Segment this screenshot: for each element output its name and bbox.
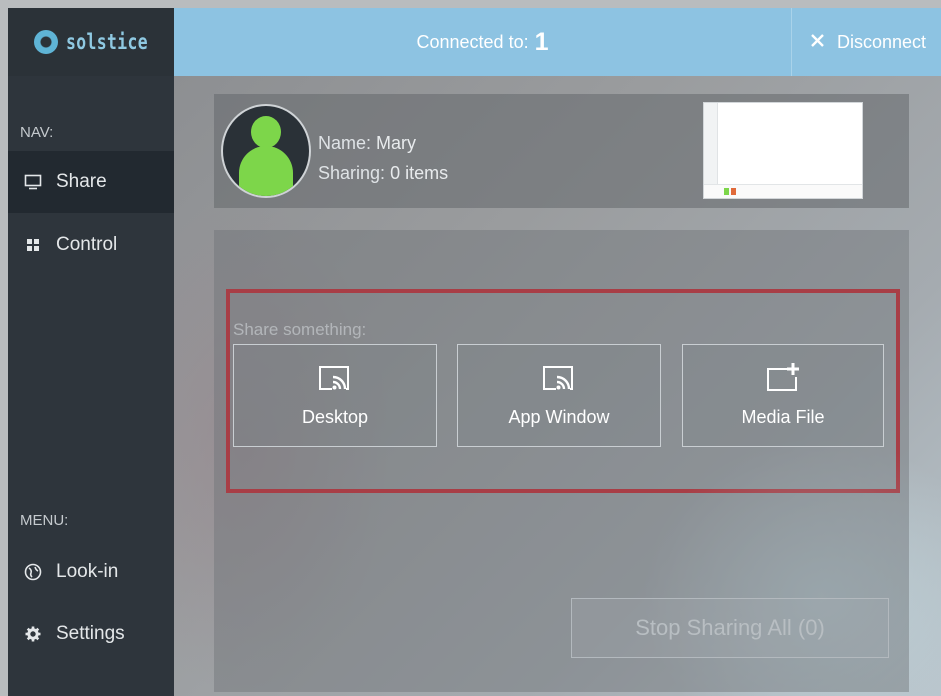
connected-label: Connected to: bbox=[416, 31, 529, 52]
avatar bbox=[221, 104, 311, 198]
header-bar: Connected to: 1 Disconnect bbox=[174, 8, 941, 76]
disconnect-button[interactable]: Disconnect bbox=[791, 8, 941, 76]
thumbnail-user-marker bbox=[724, 188, 729, 195]
menu-heading: MENU: bbox=[20, 512, 69, 529]
sidebar-item-settings[interactable]: Settings bbox=[8, 603, 174, 665]
solstice-app: solstice NAV: Share Control MENU: Look-i… bbox=[8, 8, 941, 696]
share-option-label: Desktop bbox=[301, 407, 369, 427]
nav-heading: NAV: bbox=[20, 124, 54, 141]
thumbnail-user-marker bbox=[731, 188, 736, 195]
add-file-icon bbox=[766, 363, 800, 393]
connection-status: Connected to: 1 bbox=[174, 8, 791, 76]
display-preview-thumbnail[interactable] bbox=[703, 102, 863, 199]
sidebar-item-share[interactable]: Share bbox=[8, 151, 174, 213]
thumbnail-toolbar bbox=[704, 103, 718, 187]
user-info: Name: Mary Sharing: 0 items bbox=[318, 128, 448, 188]
sidebar: solstice NAV: Share Control MENU: Look-i… bbox=[8, 8, 174, 696]
stop-sharing-all-button[interactable]: Stop Sharing All (0) bbox=[571, 598, 889, 658]
cast-icon bbox=[318, 363, 352, 393]
brand-name: solstice bbox=[66, 30, 149, 54]
solstice-logo-icon bbox=[34, 30, 58, 54]
gear-icon bbox=[24, 625, 42, 643]
thumbnail-taskbar bbox=[704, 184, 862, 198]
grid-icon bbox=[24, 236, 42, 254]
sharing-value: 0 items bbox=[390, 163, 449, 183]
share-option-label: App Window bbox=[508, 407, 610, 427]
share-app-window-button[interactable]: App Window bbox=[457, 344, 661, 447]
sidebar-item-look-in[interactable]: Look-in bbox=[8, 541, 174, 603]
sidebar-item-label: Settings bbox=[56, 623, 125, 644]
brand: solstice bbox=[8, 8, 174, 76]
monitor-icon bbox=[24, 173, 42, 191]
sharing-label: Sharing: bbox=[318, 163, 386, 183]
sidebar-item-label: Control bbox=[56, 234, 118, 255]
user-name: Mary bbox=[376, 133, 417, 153]
main-content: Name: Mary Sharing: 0 items Share someth… bbox=[174, 76, 941, 696]
sidebar-item-control[interactable]: Control bbox=[8, 214, 174, 276]
sidebar-item-label: Look-in bbox=[56, 561, 119, 582]
user-sharing-row: Sharing: 0 items bbox=[318, 158, 448, 188]
connected-count: 1 bbox=[534, 27, 549, 56]
share-desktop-button[interactable]: Desktop bbox=[233, 344, 437, 447]
close-icon bbox=[810, 32, 825, 53]
globe-icon bbox=[24, 563, 42, 581]
share-option-label: Media File bbox=[741, 407, 825, 427]
name-label: Name: bbox=[318, 133, 372, 153]
avatar-body bbox=[239, 146, 293, 196]
avatar-head bbox=[251, 116, 281, 148]
user-name-row: Name: Mary bbox=[318, 128, 448, 158]
share-media-file-button[interactable]: Media File bbox=[682, 344, 884, 447]
user-card: Name: Mary Sharing: 0 items bbox=[214, 94, 909, 208]
sidebar-item-label: Share bbox=[56, 171, 107, 192]
cast-icon bbox=[542, 363, 576, 393]
disconnect-label: Disconnect bbox=[837, 31, 927, 52]
